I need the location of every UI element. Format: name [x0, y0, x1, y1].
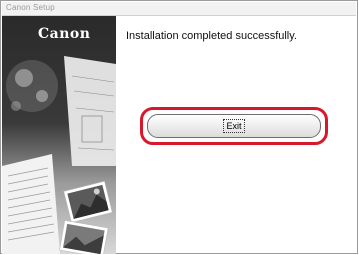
- completion-message: Installation completed successfully.: [126, 30, 297, 42]
- window-title: Canon Setup: [6, 3, 55, 12]
- exit-button[interactable]: Exit: [147, 114, 321, 138]
- content-area: Canon Installation completed successfull…: [2, 16, 356, 254]
- installer-window: Canon Setup Canon Installation completed…: [0, 0, 358, 254]
- side-banner-image: Canon: [2, 16, 116, 254]
- banner-illustration: [2, 56, 116, 254]
- main-panel: Installation completed successfully. Exi…: [117, 16, 356, 252]
- canon-logo: Canon: [38, 26, 91, 42]
- exit-button-label: Exit: [223, 119, 245, 133]
- title-bar: Canon Setup: [2, 2, 356, 16]
